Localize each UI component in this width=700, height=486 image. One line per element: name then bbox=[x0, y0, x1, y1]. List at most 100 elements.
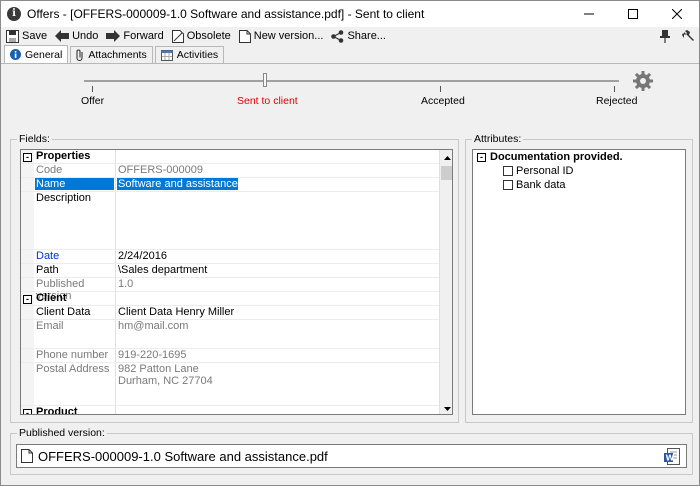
name-value[interactable]: Software and assistance bbox=[117, 178, 238, 190]
category-client[interactable]: - Client bbox=[21, 292, 439, 306]
workflow-stage-rejected[interactable]: Rejected bbox=[596, 95, 637, 107]
tab-general[interactable]: General bbox=[4, 45, 69, 63]
save-icon bbox=[6, 29, 19, 43]
save-button[interactable]: Save bbox=[6, 29, 48, 43]
attribute-group-documentation[interactable]: - Documentation provided. bbox=[477, 151, 623, 163]
client-data-label: Client Data bbox=[36, 306, 91, 318]
word-document-icon: W bbox=[664, 448, 680, 465]
new-document-icon bbox=[238, 29, 251, 43]
vertical-scrollbar[interactable] bbox=[439, 150, 452, 414]
forward-button[interactable]: Forward bbox=[106, 30, 164, 42]
collapse-icon[interactable]: - bbox=[23, 153, 32, 162]
share-label: Share... bbox=[347, 30, 386, 42]
calendar-icon bbox=[160, 49, 173, 61]
workflow-tick-offer bbox=[92, 86, 93, 92]
row-date[interactable]: Date 2/24/2016 bbox=[21, 250, 439, 264]
postal-address-value: 982 Patton Lane Durham, NC 27704 bbox=[117, 363, 213, 387]
row-path[interactable]: Path \Sales department bbox=[21, 264, 439, 278]
maximize-button[interactable] bbox=[611, 1, 655, 27]
category-client-label: Client bbox=[36, 292, 67, 304]
category-properties[interactable]: - Properties bbox=[21, 150, 439, 164]
document-icon bbox=[21, 449, 33, 463]
pin-button[interactable] bbox=[660, 27, 670, 45]
share-button[interactable]: Share... bbox=[331, 29, 386, 43]
obsolete-button[interactable]: Obsolete bbox=[171, 29, 231, 43]
path-value[interactable]: \Sales department bbox=[117, 264, 207, 276]
attribute-personal-id[interactable]: Personal ID bbox=[503, 165, 573, 177]
close-button[interactable] bbox=[655, 1, 699, 27]
row-client-data[interactable]: Client Data Client Data Henry Miller bbox=[21, 306, 439, 320]
category-product[interactable]: - Product bbox=[21, 406, 439, 415]
collapse-icon[interactable]: - bbox=[477, 152, 486, 162]
title-bar: i Offers - [OFFERS-000009-1.0 Software a… bbox=[1, 1, 699, 27]
tab-attachments[interactable]: Attachments bbox=[70, 46, 153, 63]
category-product-label: Product bbox=[36, 406, 78, 415]
maximize-icon bbox=[628, 9, 638, 19]
row-email[interactable]: Email hm@mail.com bbox=[21, 320, 439, 349]
tab-attachments-label: Attachments bbox=[88, 49, 147, 61]
date-label: Date bbox=[36, 250, 60, 262]
svg-text:W: W bbox=[666, 454, 675, 463]
published-version-field[interactable]: OFFERS-000009-1.0 Software and assistanc… bbox=[16, 444, 687, 468]
scroll-down-button[interactable] bbox=[440, 401, 452, 414]
offer-window: i Offers - [OFFERS-000009-1.0 Software a… bbox=[0, 0, 700, 486]
scroll-down-icon bbox=[443, 406, 451, 411]
row-code[interactable]: Code OFFERS-000009 bbox=[21, 164, 439, 178]
bank-data-label: Bank data bbox=[516, 179, 566, 191]
scroll-up-button[interactable] bbox=[440, 150, 452, 165]
workflow-track bbox=[84, 80, 619, 82]
workflow-stage-accepted[interactable]: Accepted bbox=[421, 95, 465, 107]
workflow-current-marker[interactable] bbox=[263, 73, 267, 87]
scrollbar-thumb[interactable] bbox=[441, 166, 452, 180]
personal-id-label: Personal ID bbox=[516, 165, 574, 177]
workflow-stage-sent-to-client[interactable]: Sent to client bbox=[237, 95, 298, 107]
row-phone-number[interactable]: Phone number 919-220-1695 bbox=[21, 349, 439, 363]
row-postal-address[interactable]: Postal Address 982 Patton Lane Durham, N… bbox=[21, 363, 439, 406]
path-label: Path bbox=[36, 264, 59, 276]
postal-address-label: Postal Address bbox=[36, 363, 110, 375]
row-published-version[interactable]: Published version 1.0 bbox=[21, 278, 439, 302]
undo-button[interactable]: Undo bbox=[55, 30, 98, 42]
postal-address-line-1: 982 Patton Lane bbox=[118, 363, 199, 375]
workflow-tick-accepted bbox=[440, 86, 441, 92]
workflow-settings-button[interactable] bbox=[633, 71, 653, 94]
personal-id-checkbox[interactable] bbox=[503, 166, 513, 176]
arrow-left-icon bbox=[55, 30, 70, 42]
collapse-icon[interactable]: - bbox=[23, 409, 32, 414]
open-in-word-button[interactable]: W bbox=[664, 448, 680, 468]
attribute-bank-data[interactable]: Bank data bbox=[503, 179, 566, 191]
info-icon bbox=[10, 49, 21, 60]
new-version-button[interactable]: New version... bbox=[238, 29, 324, 43]
row-name[interactable]: Name Software and assistance bbox=[21, 178, 439, 192]
tab-strip: General Attachments Activities bbox=[4, 45, 226, 63]
workflow-stage-offer[interactable]: Offer bbox=[81, 95, 104, 107]
settings-wrench-button[interactable] bbox=[682, 27, 695, 45]
published-version-value: 1.0 bbox=[118, 278, 134, 290]
published-version-group-label: Published version: bbox=[17, 427, 107, 439]
email-label: Email bbox=[36, 320, 64, 332]
phone-value: 919-220-1695 bbox=[118, 349, 187, 361]
attributes-tree: - Documentation provided. Personal ID Ba… bbox=[472, 149, 686, 415]
tab-activities-label: Activities bbox=[176, 49, 219, 61]
arrow-right-icon bbox=[106, 30, 121, 42]
description-label: Description bbox=[36, 192, 92, 204]
minimize-button[interactable] bbox=[567, 1, 611, 27]
category-properties-label: Properties bbox=[36, 150, 91, 162]
toolbar-right bbox=[648, 27, 695, 45]
date-value[interactable]: 2/24/2016 bbox=[117, 250, 167, 262]
new-version-label: New version... bbox=[253, 30, 324, 42]
window-controls bbox=[567, 1, 699, 27]
close-icon bbox=[672, 9, 682, 19]
fields-group-label: Fields: bbox=[17, 133, 52, 145]
obsolete-document-icon bbox=[171, 29, 184, 43]
client-data-value[interactable]: Client Data Henry Miller bbox=[117, 306, 234, 318]
bank-data-checkbox[interactable] bbox=[503, 180, 513, 190]
toolbar: Save Undo Forward Obsolete New version..… bbox=[1, 27, 699, 45]
row-description[interactable]: Description bbox=[21, 192, 439, 250]
info-icon: i bbox=[7, 7, 21, 21]
postal-address-line-2: Durham, NC 27704 bbox=[118, 375, 213, 387]
save-label: Save bbox=[22, 30, 48, 42]
workflow-tick-rejected bbox=[614, 86, 615, 92]
collapse-icon[interactable]: - bbox=[23, 295, 32, 304]
tab-activities[interactable]: Activities bbox=[154, 46, 225, 63]
